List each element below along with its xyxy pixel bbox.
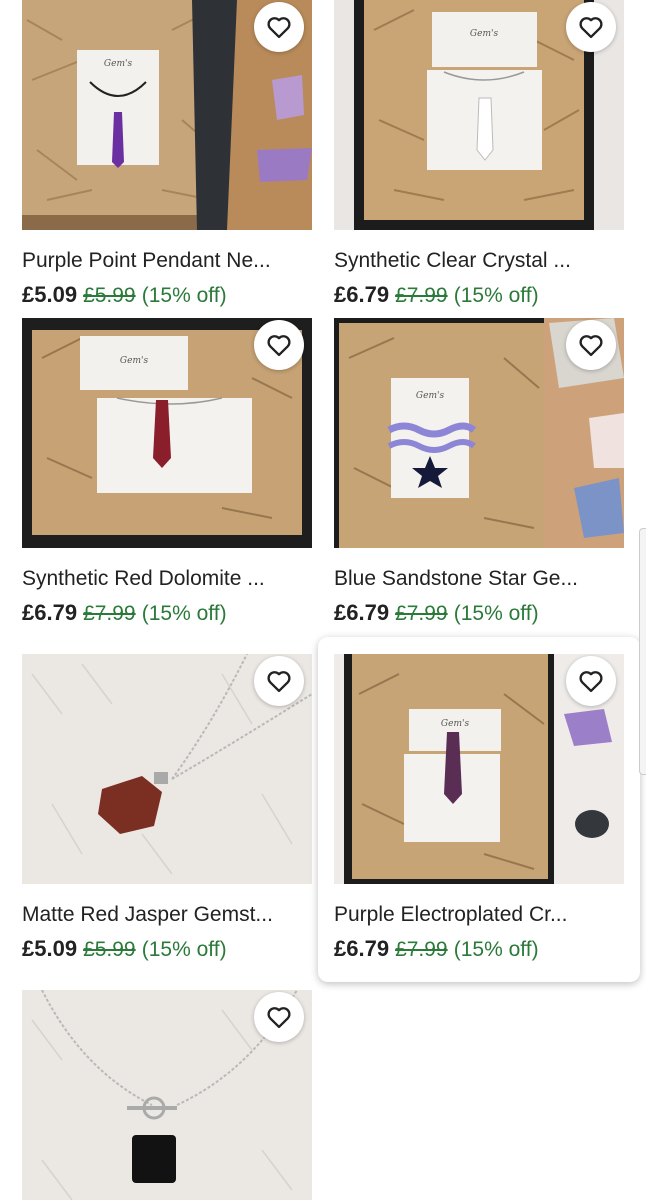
listing-card[interactable]: Gem's Purple Electroplated Cr... £6.79 £7… xyxy=(318,637,640,982)
price-row: £6.79 £7.99 (15% off) xyxy=(22,600,312,627)
favorite-button[interactable] xyxy=(254,992,304,1042)
favorite-button[interactable] xyxy=(254,656,304,706)
discount-label: (15% off) xyxy=(453,938,539,961)
heart-outline-icon xyxy=(267,335,291,357)
sale-price: £5.09 xyxy=(22,282,78,307)
heart-outline-icon xyxy=(579,335,603,357)
favorite-button[interactable] xyxy=(566,2,616,52)
listing-title[interactable]: Synthetic Clear Crystal ... xyxy=(334,248,624,274)
listing-card[interactable]: Gem's Blue Sandstone Star Ge... £6.79 £7.… xyxy=(334,318,624,627)
listing-title[interactable]: Purple Electroplated Cr... xyxy=(334,902,624,928)
favorite-button[interactable] xyxy=(566,320,616,370)
brand-text: Gem's xyxy=(120,356,149,366)
price-row: £5.09 £5.99 (15% off) xyxy=(22,936,312,963)
scrollbar[interactable] xyxy=(639,528,646,775)
original-price: £7.99 xyxy=(83,602,136,625)
original-price: £7.99 xyxy=(395,602,448,625)
listing-title[interactable]: Matte Red Jasper Gemst... xyxy=(22,902,312,928)
favorite-button[interactable] xyxy=(254,320,304,370)
listing-card[interactable]: Gem's Synthetic Red Dolomite ... £6.79 £7… xyxy=(22,318,312,627)
listing-card[interactable]: Matte Red Jasper Gemst... £5.09 £5.99 (15… xyxy=(22,654,312,963)
original-price: £5.99 xyxy=(83,938,136,961)
listing-card[interactable]: Gem's Purple Point Pendant Ne... £5.09 £5… xyxy=(22,0,312,309)
heart-outline-icon xyxy=(579,671,603,693)
original-price: £7.99 xyxy=(395,284,448,307)
brand-text: Gem's xyxy=(441,719,470,729)
listing-image[interactable]: Gem's xyxy=(22,318,312,548)
listing-image[interactable]: Gem's xyxy=(22,0,312,230)
listing-image[interactable]: Gem's xyxy=(334,318,624,548)
listing-card[interactable]: Gem's Synthetic Clear Crystal ... £6.79 £… xyxy=(334,0,624,309)
listing-image[interactable]: Gem's xyxy=(334,654,624,884)
price-row: £6.79 £7.99 (15% off) xyxy=(334,600,624,627)
sale-price: £6.79 xyxy=(22,600,78,625)
brand-text: Gem's xyxy=(470,29,499,39)
discount-label: (15% off) xyxy=(141,284,227,307)
heart-outline-icon xyxy=(267,17,291,39)
sale-price: £6.79 xyxy=(334,282,390,307)
favorite-button[interactable] xyxy=(254,2,304,52)
sale-price: £5.09 xyxy=(22,936,78,961)
price-row: £6.79 £7.99 (15% off) xyxy=(334,936,624,963)
sale-price: £6.79 xyxy=(334,936,390,961)
heart-outline-icon xyxy=(267,1007,291,1029)
listing-title[interactable]: Purple Point Pendant Ne... xyxy=(22,248,312,274)
heart-outline-icon xyxy=(579,17,603,39)
listing-image[interactable] xyxy=(22,990,312,1200)
original-price: £5.99 xyxy=(83,284,136,307)
brand-text: Gem's xyxy=(104,59,133,69)
favorite-button[interactable] xyxy=(566,656,616,706)
listing-title[interactable]: Blue Sandstone Star Ge... xyxy=(334,566,624,592)
original-price: £7.99 xyxy=(395,938,448,961)
discount-label: (15% off) xyxy=(141,938,227,961)
listing-image[interactable]: Gem's xyxy=(334,0,624,230)
price-row: £6.79 £7.99 (15% off) xyxy=(334,282,624,309)
heart-outline-icon xyxy=(267,671,291,693)
sale-price: £6.79 xyxy=(334,600,390,625)
brand-text: Gem's xyxy=(416,391,445,401)
discount-label: (15% off) xyxy=(453,284,539,307)
listing-title[interactable]: Synthetic Red Dolomite ... xyxy=(22,566,312,592)
discount-label: (15% off) xyxy=(453,602,539,625)
price-row: £5.09 £5.99 (15% off) xyxy=(22,282,312,309)
listing-image[interactable] xyxy=(22,654,312,884)
listing-card[interactable] xyxy=(22,990,312,1200)
discount-label: (15% off) xyxy=(141,602,227,625)
